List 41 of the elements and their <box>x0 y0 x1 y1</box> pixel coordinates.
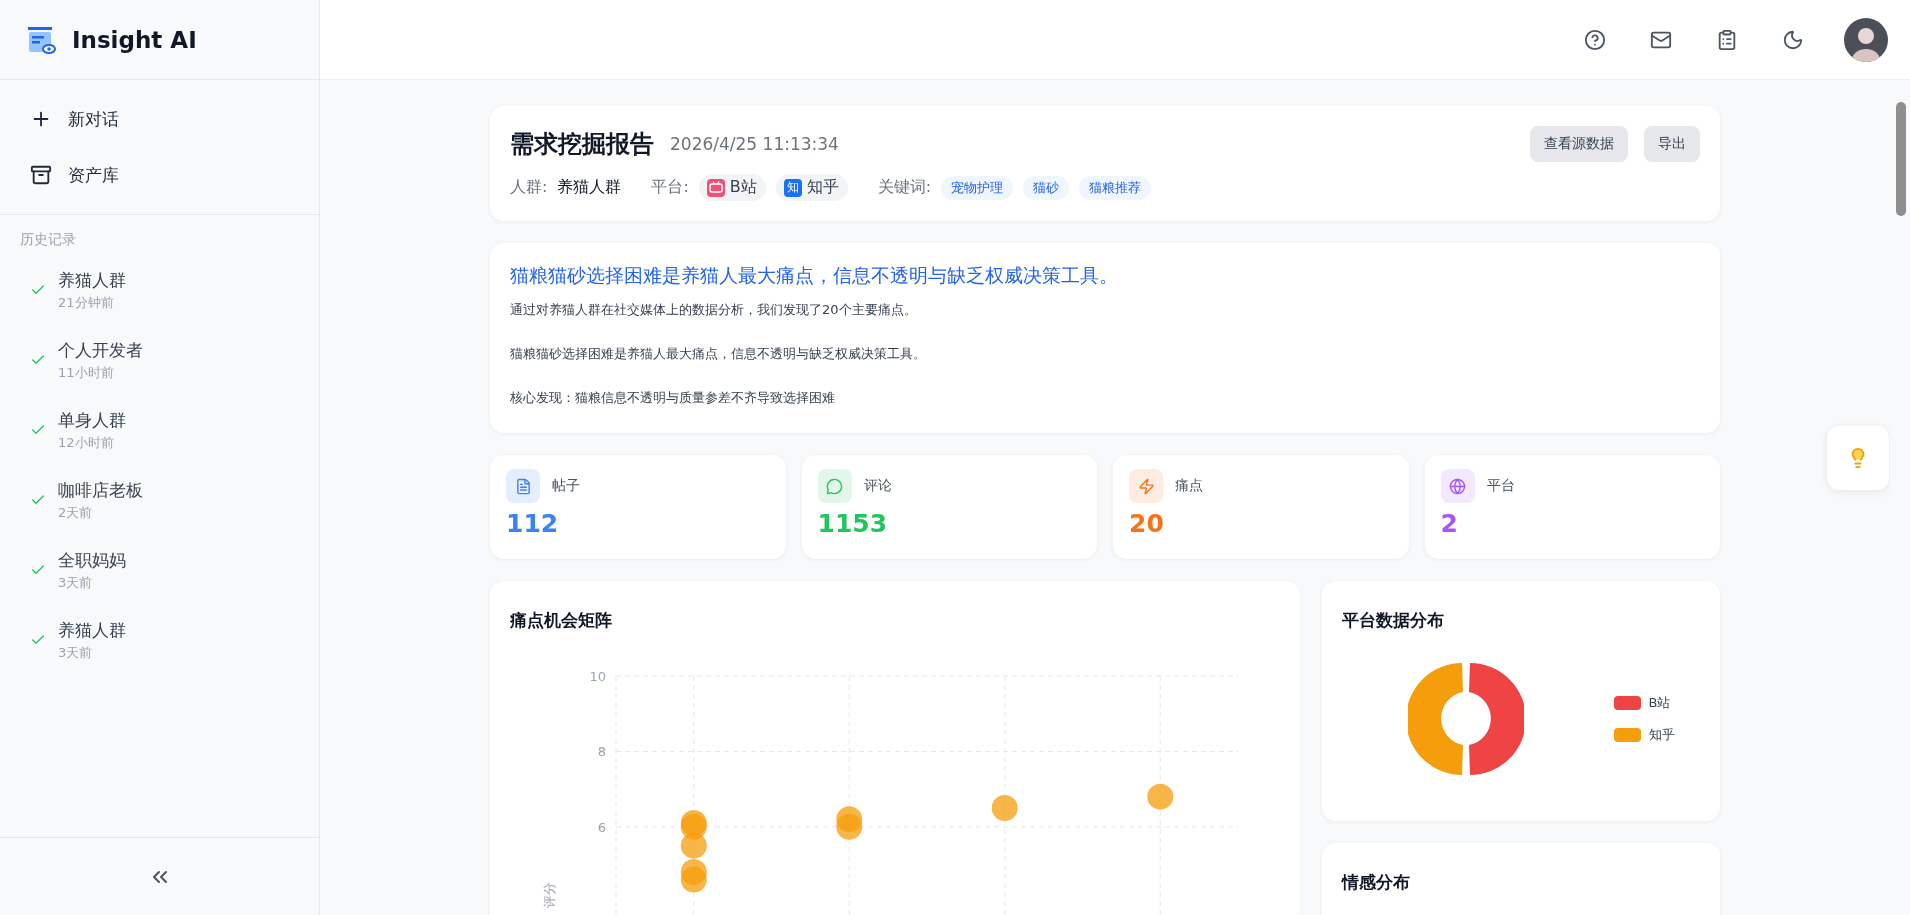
stat-value: 20 <box>1129 509 1165 538</box>
stat-label: 评论 <box>863 477 892 495</box>
history-time: 3天前 <box>58 573 94 592</box>
y-tick-label: 10 <box>589 669 606 684</box>
legend-label: 知乎 <box>1648 726 1675 744</box>
stat-value: 112 <box>506 509 560 538</box>
platform-name: 知乎 <box>806 177 839 198</box>
y-tick-label: 6 <box>597 819 606 835</box>
keyword-tag: 宠物护理 <box>941 175 1014 200</box>
stat-value: 1153 <box>817 509 889 538</box>
history-time: 3天前 <box>58 643 94 662</box>
stat-label: 平台 <box>1486 477 1515 495</box>
history-heading: 历史记录 <box>19 230 77 249</box>
history-time: 11小时前 <box>58 363 115 382</box>
stat-label: 帖子 <box>552 477 580 495</box>
summary-headline: 猫粮猫砂选择困难是养猫人最大痛点，信息不透明与缺乏权威决策工具。 <box>510 263 1119 288</box>
card-title: 平台数据分布 <box>1342 609 1445 632</box>
card-title: 情感分布 <box>1342 871 1411 894</box>
summary-paragraph: 猫粮猫砂选择困难是养猫人最大痛点，信息不透明与缺乏权威决策工具。 <box>510 345 927 363</box>
legend-label: B站 <box>1648 694 1671 712</box>
platform-name: B站 <box>729 177 757 198</box>
stat-value: 2 <box>1440 509 1459 538</box>
platform-label: 平台: <box>651 177 689 198</box>
keywords-label: 关键词: <box>877 177 932 198</box>
stat-label: 痛点 <box>1175 477 1203 495</box>
history-time: 12小时前 <box>58 433 115 452</box>
y-tick-label: 8 <box>597 744 606 760</box>
report-date: 2026/4/25 11:13:34 <box>670 134 839 154</box>
card-title: 痛点机会矩阵 <box>510 609 613 632</box>
app-name: Insight AI <box>72 26 197 53</box>
report-title: 需求挖掘报告 <box>510 129 654 160</box>
audience-value: 养猫人群 <box>557 177 622 198</box>
audience-label: 人群: <box>510 177 548 198</box>
summary-paragraph: 通过对养猫人群在社交媒体上的数据分析，我们发现了20个主要痛点。 <box>510 301 918 319</box>
keyword-tag: 猫砂 <box>1023 175 1070 200</box>
keyword-tag: 猫粮推荐 <box>1079 175 1152 200</box>
y-axis-label: 评分 <box>542 881 557 908</box>
history-time: 2天前 <box>58 503 94 522</box>
summary-paragraph: 核心发现：猫粮信息不透明与质量参差不齐导致选择困难 <box>510 389 836 407</box>
platform-logo: 知 <box>783 178 802 197</box>
history-time: 21分钟前 <box>58 293 115 312</box>
